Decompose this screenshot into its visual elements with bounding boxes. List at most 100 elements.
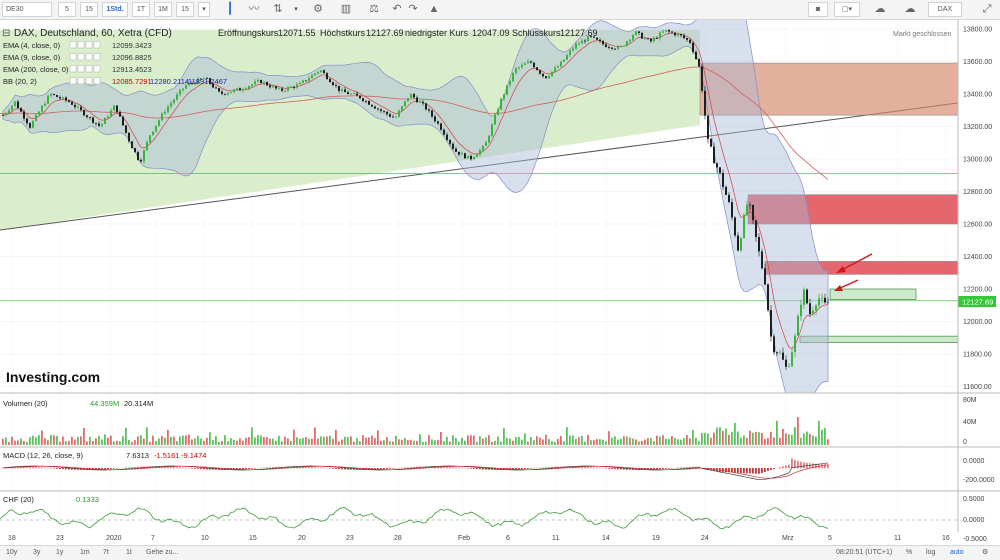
bar-chart-icon[interactable]: ▥ — [338, 2, 354, 17]
timezone-button[interactable]: 08:20:51 (UTC+1) — [836, 548, 892, 558]
chart-area[interactable]: ⊟ DAX, Deutschland, 60, Xetra (CFD) Eröf… — [0, 20, 1000, 545]
volume-bar — [380, 440, 382, 445]
symbol-input[interactable]: DE30 — [2, 2, 52, 17]
fullscreen-icon[interactable]: ⤢ — [980, 2, 994, 17]
volume-bar — [638, 441, 640, 445]
volume-bar — [665, 438, 667, 445]
macd-bar — [608, 468, 610, 469]
candle — [221, 91, 223, 94]
candle — [449, 139, 451, 144]
scale-icon[interactable]: ⚖ — [366, 2, 382, 17]
volume-bar — [119, 441, 121, 445]
macd-signal-line — [3, 464, 829, 479]
volume-bar — [26, 441, 28, 445]
volume-bar — [272, 438, 274, 445]
interval-custom[interactable]: 15 — [176, 2, 194, 17]
volume-bar — [779, 437, 781, 445]
auto-toggle[interactable]: auto — [950, 548, 964, 558]
candle — [521, 64, 523, 68]
macd-line — [2, 462, 829, 481]
camera-button[interactable]: ◙ — [808, 2, 828, 17]
macd-bar — [677, 467, 679, 469]
volume-bar — [56, 436, 58, 445]
candle — [155, 125, 157, 132]
volume-bar — [722, 430, 724, 445]
interval-dropdown[interactable]: ▾ — [198, 2, 210, 17]
volume-bar — [35, 437, 37, 445]
log-toggle[interactable]: log — [926, 548, 935, 558]
range-1t[interactable]: 1t — [126, 548, 132, 558]
interval-15[interactable]: 15 — [80, 2, 98, 17]
volume-bar — [743, 435, 745, 445]
candle — [572, 48, 574, 51]
undo-icon[interactable]: ↶ — [390, 2, 404, 17]
volume-bar — [443, 441, 445, 445]
percent-toggle[interactable]: % — [906, 548, 912, 558]
candle — [581, 40, 583, 44]
indicator-value: 11891.2467 — [188, 77, 227, 86]
interval-5[interactable]: 5 — [58, 2, 76, 17]
macd-bar — [182, 467, 184, 469]
candle — [434, 116, 436, 122]
candle — [44, 103, 46, 106]
interval-1d[interactable]: 1T — [132, 2, 150, 17]
candle — [503, 94, 505, 99]
candle — [341, 89, 343, 92]
layout-button[interactable]: ▢▾ — [834, 2, 860, 17]
candle — [554, 67, 556, 72]
cloud-load-icon[interactable]: ☁ — [898, 2, 922, 17]
range-10y[interactable]: 10y — [6, 548, 17, 558]
macd-bar — [662, 468, 664, 469]
time-tick: 24 — [701, 535, 709, 542]
range-1y[interactable]: 1y — [56, 548, 63, 558]
macd-bar — [194, 468, 196, 469]
volume-bar — [377, 430, 379, 445]
redo-icon[interactable]: ↷ — [406, 2, 420, 17]
macd-bar — [131, 467, 133, 469]
settings-icon[interactable]: ⚙ — [310, 2, 326, 17]
volume-bar — [191, 439, 193, 445]
macd-bar — [590, 467, 592, 469]
alert-icon[interactable]: ▲ — [426, 2, 442, 17]
volume-bar — [791, 434, 793, 445]
candle — [464, 153, 466, 159]
volume-bar — [677, 439, 679, 445]
macd-bar — [197, 468, 199, 469]
area-chart-icon[interactable]: 〰 — [246, 2, 262, 17]
indicators-dropdown[interactable]: ▾ — [290, 2, 302, 17]
macd-bar — [59, 468, 61, 469]
goto-button[interactable]: Gehe zu... — [146, 548, 178, 558]
macd-bar — [317, 467, 319, 469]
range-3y[interactable]: 3y — [33, 548, 40, 558]
volume-bar — [329, 435, 331, 445]
range-1m[interactable]: 1m — [80, 548, 90, 558]
candles-icon[interactable]: ┃ — [222, 2, 238, 17]
macd-bar — [380, 468, 382, 470]
candle — [473, 157, 475, 160]
macd-bar — [407, 467, 409, 469]
zone — [829, 288, 917, 300]
instrument-button[interactable]: DAX — [928, 2, 962, 17]
settings-small-icon[interactable]: ⚙ — [982, 548, 988, 558]
interval-1m[interactable]: 1M — [154, 2, 172, 17]
macd-bar — [446, 466, 448, 469]
cloud-save-icon[interactable]: ☁ — [868, 2, 892, 17]
range-7t[interactable]: 7t — [103, 548, 109, 558]
candle — [653, 37, 655, 42]
volume-bar — [626, 436, 628, 445]
volume-bar — [227, 441, 229, 445]
interval-1h[interactable]: 1Std. — [102, 2, 128, 17]
macd-bar — [449, 466, 451, 469]
indicators-icon[interactable]: ⇅ — [270, 2, 286, 17]
candle — [323, 70, 325, 74]
candle — [743, 215, 745, 238]
price-tick: 13000.00 — [963, 157, 992, 164]
volume-bar — [344, 436, 346, 445]
price-tick: 13800.00 — [963, 27, 992, 34]
candle — [65, 97, 67, 101]
macd-bar — [455, 467, 457, 469]
collapse-icon[interactable]: ⊟ — [2, 28, 10, 39]
macd-bar — [191, 468, 193, 469]
volume-bar — [725, 428, 727, 445]
volume-bar — [302, 437, 304, 445]
